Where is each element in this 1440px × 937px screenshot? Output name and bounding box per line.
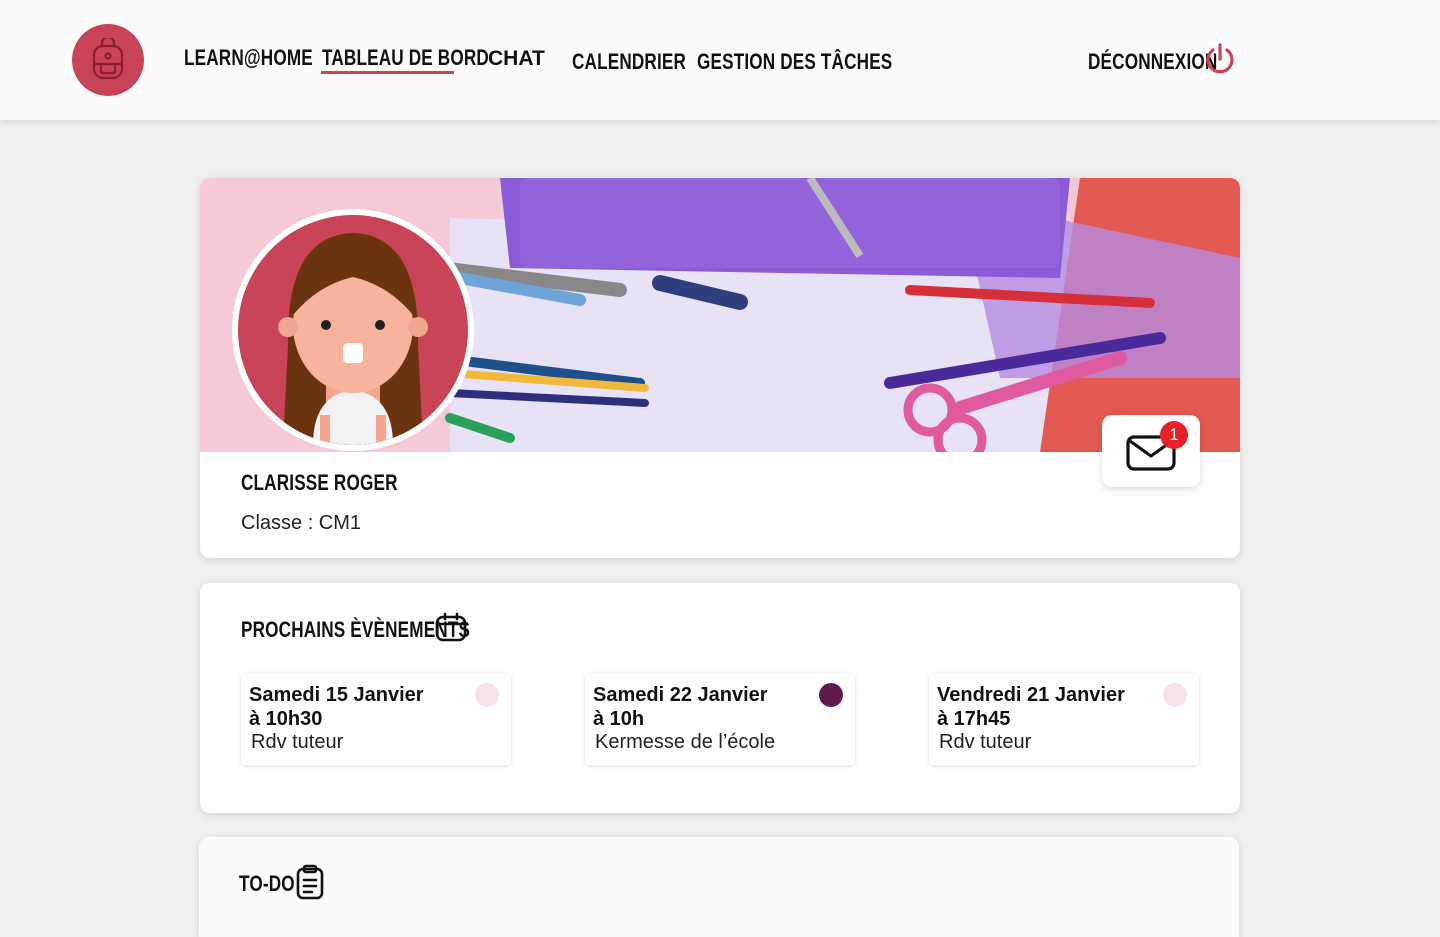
events-title: PROCHAINS ÈVÈNEMENTS — [241, 617, 535, 643]
event-status-dot — [819, 683, 843, 707]
event-card[interactable]: Samedi 15 Janvier à 10h30 Rdv tuteur — [241, 673, 511, 765]
event-date-line: Samedi 15 Janvier — [249, 684, 424, 706]
event-status-dot — [475, 683, 499, 707]
event-date: Vendredi 21 Janvier à 17h45 — [937, 683, 1125, 731]
active-tab-underline — [321, 71, 454, 74]
nav-label: CALENDRIER — [572, 49, 687, 74]
logout-label: DÉCONNEXION — [1088, 49, 1218, 74]
nav-label: CHAT — [488, 47, 545, 70]
nav-label: GESTION DES TÂCHES — [697, 49, 893, 74]
event-date-line: Samedi 22 Janvier — [593, 684, 768, 706]
event-description: Kermesse de l’école — [595, 731, 776, 753]
upcoming-events-card: PROCHAINS ÈVÈNEMENTS Samedi 15 Janvier à… — [200, 583, 1240, 813]
event-date-line: Vendredi 21 Janvier — [937, 684, 1125, 706]
nav-chat[interactable]: CHAT — [488, 47, 545, 71]
event-description: Rdv tuteur — [939, 731, 1032, 753]
app-logo[interactable] — [72, 24, 144, 96]
power-icon[interactable] — [1203, 42, 1237, 76]
nav-label: TABLEAU DE BORD — [322, 45, 489, 70]
event-time-line: à 17h45 — [937, 708, 1011, 730]
backpack-icon — [92, 38, 124, 80]
unread-count-badge: 1 — [1160, 421, 1188, 449]
todo-title-text: TO-DO — [239, 871, 295, 896]
student-name: CLARISSE ROGER — [241, 470, 442, 496]
student-avatar — [232, 209, 474, 451]
event-time-line: à 10h30 — [249, 708, 323, 730]
event-date: Samedi 15 Janvier à 10h30 — [249, 683, 424, 731]
student-name-text: CLARISSE ROGER — [241, 470, 398, 495]
todo-card: TO-DO — [199, 837, 1239, 937]
top-navigation-bar: LEARN@HOME TABLEAU DE BORD CHAT CALENDRI… — [0, 0, 1440, 120]
nav-gestion-des-taches[interactable]: GESTION DES TÂCHES — [697, 49, 948, 75]
clipboard-icon — [296, 864, 324, 900]
event-description: Rdv tuteur — [251, 731, 344, 753]
event-date: Samedi 22 Janvier à 10h — [593, 683, 768, 731]
event-card[interactable]: Vendredi 21 Janvier à 17h45 Rdv tuteur — [929, 673, 1199, 765]
nav-label: LEARN@HOME — [184, 45, 313, 70]
event-time-line: à 10h — [593, 708, 645, 730]
event-card[interactable]: Samedi 22 Janvier à 10h Kermesse de l’éc… — [585, 673, 855, 765]
profile-card: 1 CLARISSE ROGER Classe : CM1 — [200, 178, 1240, 558]
messages-button[interactable]: 1 — [1102, 415, 1200, 487]
calendar-icon — [435, 612, 467, 642]
event-status-dot — [1163, 683, 1187, 707]
student-class: Classe : CM1 — [241, 512, 362, 534]
